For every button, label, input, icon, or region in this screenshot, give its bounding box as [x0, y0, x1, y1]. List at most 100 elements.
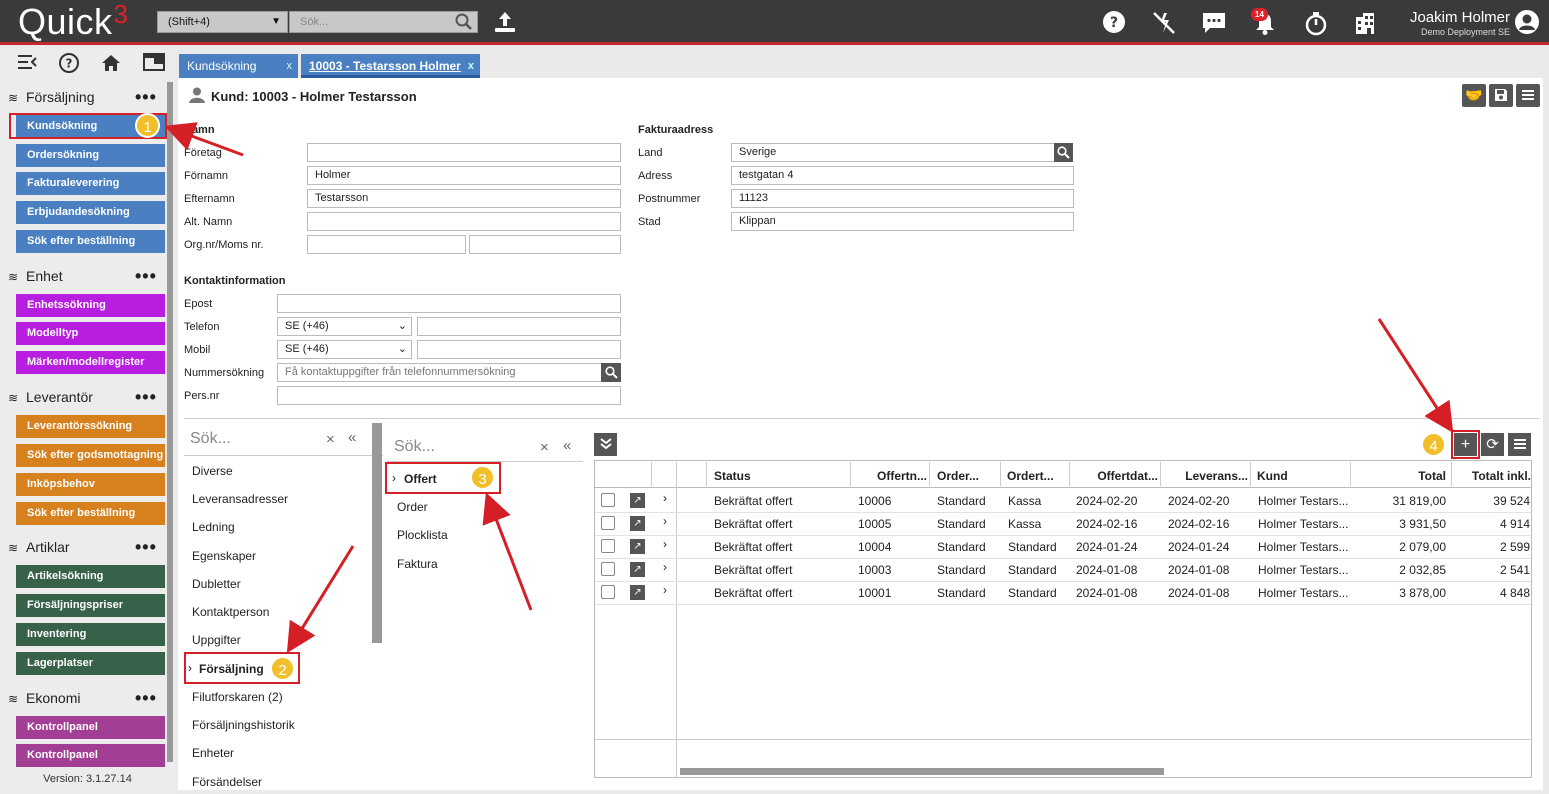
expand-all-button[interactable]: [594, 433, 617, 456]
col-header-status[interactable]: Status: [714, 466, 844, 486]
help-circle-icon[interactable]: ?: [56, 52, 82, 74]
email-field[interactable]: [277, 294, 621, 313]
list-item-egenskaper[interactable]: Egenskaper: [192, 549, 256, 563]
collapse-left-icon[interactable]: «: [348, 429, 356, 446]
section-artiklar[interactable]: ≋ Artiklar: [8, 539, 70, 555]
pers-number-field[interactable]: [277, 386, 621, 405]
nav-inventering[interactable]: Inventering: [16, 623, 165, 646]
nav-artikelsokning[interactable]: Artikelsökning: [16, 565, 165, 588]
nav-kontrollpanel[interactable]: Kontrollpanel: [16, 716, 165, 739]
col-header-offertnr[interactable]: Offertn...: [852, 466, 927, 486]
col-header-ordertyp[interactable]: Ordert...: [1007, 466, 1067, 486]
row-checkbox[interactable]: [601, 516, 615, 530]
section-menu-dots[interactable]: •••: [135, 688, 157, 709]
col-header-total-inkl[interactable]: Totalt inkl.: [1453, 466, 1531, 486]
handshake-button[interactable]: 🤝: [1462, 84, 1486, 107]
phone-field[interactable]: [417, 317, 621, 336]
tab-kundsokning[interactable]: Kundsökning x: [179, 54, 298, 78]
last-name-field[interactable]: Testarsson: [307, 189, 621, 208]
section-menu-dots[interactable]: •••: [135, 266, 157, 287]
nav-sok-bestallning-lev[interactable]: Sök efter beställning: [16, 502, 165, 525]
doc-search-input[interactable]: Sök...: [394, 438, 435, 456]
chat-icon[interactable]: [1200, 9, 1228, 37]
city-field[interactable]: Klippan: [731, 212, 1074, 231]
expand-row-icon[interactable]: ›: [663, 583, 667, 597]
menu-collapse-icon[interactable]: [14, 52, 40, 74]
category-search-input[interactable]: Sök...: [190, 430, 231, 448]
list-item-leveransadresser[interactable]: Leveransadresser: [192, 492, 288, 506]
nav-leverantorssokning[interactable]: Leverantörssökning: [16, 415, 165, 438]
nav-marken-modellregister[interactable]: Märken/modellregister: [16, 351, 165, 374]
list-item-enheter[interactable]: Enheter: [192, 746, 234, 760]
row-checkbox[interactable]: [601, 562, 615, 576]
stopwatch-icon[interactable]: [1302, 9, 1330, 37]
nav-inkopsbehov[interactable]: Inköpsbehov: [16, 473, 165, 496]
nav-modelltyp[interactable]: Modelltyp: [16, 322, 165, 345]
shortcut-select[interactable]: (Shift+4) ▼: [157, 11, 288, 33]
quick3-logo[interactable]: Quick3: [18, 0, 129, 44]
open-row-icon[interactable]: ↗: [630, 516, 645, 531]
col-header-total[interactable]: Total: [1352, 466, 1446, 486]
expand-row-icon[interactable]: ›: [663, 514, 667, 528]
list-item-filutforskaren[interactable]: Filutforskaren (2): [192, 690, 283, 704]
grid-horizontal-scrollbar[interactable]: [680, 768, 1164, 775]
doc-item-order[interactable]: Order: [397, 500, 428, 514]
nav-sok-bestallning[interactable]: Sök efter beställning: [16, 230, 165, 253]
nav-kontrollpanel-2[interactable]: Kontrollpanel: [16, 744, 165, 767]
section-menu-dots[interactable]: •••: [135, 87, 157, 108]
nav-lagerplatser[interactable]: Lagerplatser: [16, 652, 165, 675]
open-row-icon[interactable]: ↗: [630, 493, 645, 508]
row-checkbox[interactable]: [601, 539, 615, 553]
section-menu-dots[interactable]: •••: [135, 387, 157, 408]
user-name[interactable]: Joakim Holmer: [1410, 9, 1510, 26]
search-icon[interactable]: [455, 13, 475, 31]
country-search-button[interactable]: [1054, 143, 1073, 162]
phone-lookup-input[interactable]: Få kontaktuppgifter från telefonnummersö…: [277, 363, 602, 382]
nav-erbjudandesokning[interactable]: Erbjudandesökning: [16, 201, 165, 224]
list-item-kontaktperson[interactable]: Kontaktperson: [192, 605, 269, 619]
open-row-icon[interactable]: ↗: [630, 539, 645, 554]
close-icon[interactable]: ×: [540, 439, 549, 456]
category-scrollbar[interactable]: [372, 423, 382, 643]
mobile-field[interactable]: [417, 340, 621, 359]
close-icon[interactable]: x: [287, 54, 293, 78]
expand-row-icon[interactable]: ›: [663, 491, 667, 505]
avatar[interactable]: [1515, 10, 1539, 34]
doc-item-faktura[interactable]: Faktura: [397, 557, 438, 571]
nav-fakturaleverering[interactable]: Fakturaleverering: [16, 172, 165, 195]
sidebar-scrollbar[interactable]: [167, 82, 173, 762]
save-button[interactable]: [1489, 84, 1513, 107]
expand-row-icon[interactable]: ›: [663, 560, 667, 574]
expand-row-icon[interactable]: ›: [663, 537, 667, 551]
doc-item-plocklista[interactable]: Plocklista: [397, 528, 448, 542]
list-item-uppgifter[interactable]: Uppgifter: [192, 633, 241, 647]
list-item-forsandelser[interactable]: Försändelser: [192, 775, 262, 787]
collapse-left-icon[interactable]: «: [563, 437, 571, 454]
help-icon[interactable]: ?: [1100, 9, 1128, 37]
list-item-dubletter[interactable]: Dubletter: [192, 577, 241, 591]
window-icon[interactable]: [141, 52, 167, 74]
company-field[interactable]: [307, 143, 621, 162]
list-item-diverse[interactable]: Diverse: [192, 464, 233, 478]
open-row-icon[interactable]: ↗: [630, 562, 645, 577]
home-icon[interactable]: [98, 52, 124, 74]
section-enhet[interactable]: ≋ Enhet: [8, 268, 63, 284]
country-field[interactable]: Sverige: [731, 143, 1055, 162]
phone-lookup-button[interactable]: [601, 363, 621, 382]
col-header-leverans[interactable]: Leverans...: [1162, 466, 1248, 486]
refresh-button[interactable]: ⟳: [1481, 433, 1504, 456]
mobile-country-select[interactable]: SE (+46) ⌄: [277, 340, 412, 359]
col-header-kund[interactable]: Kund: [1257, 466, 1347, 486]
phone-country-select[interactable]: SE (+46) ⌄: [277, 317, 412, 336]
row-checkbox[interactable]: [601, 493, 615, 507]
global-search-input[interactable]: Sök...: [289, 11, 478, 33]
org-number-field[interactable]: [307, 235, 466, 254]
address-field[interactable]: testgatan 4: [731, 166, 1074, 185]
building-icon[interactable]: [1351, 9, 1379, 37]
zip-field[interactable]: 11123: [731, 189, 1074, 208]
open-row-icon[interactable]: ↗: [630, 585, 645, 600]
close-icon[interactable]: x: [468, 54, 474, 78]
nav-enhetssokning[interactable]: Enhetssökning: [16, 294, 165, 317]
vat-number-field[interactable]: [469, 235, 621, 254]
section-leverantor[interactable]: ≋ Leverantör: [8, 389, 93, 405]
